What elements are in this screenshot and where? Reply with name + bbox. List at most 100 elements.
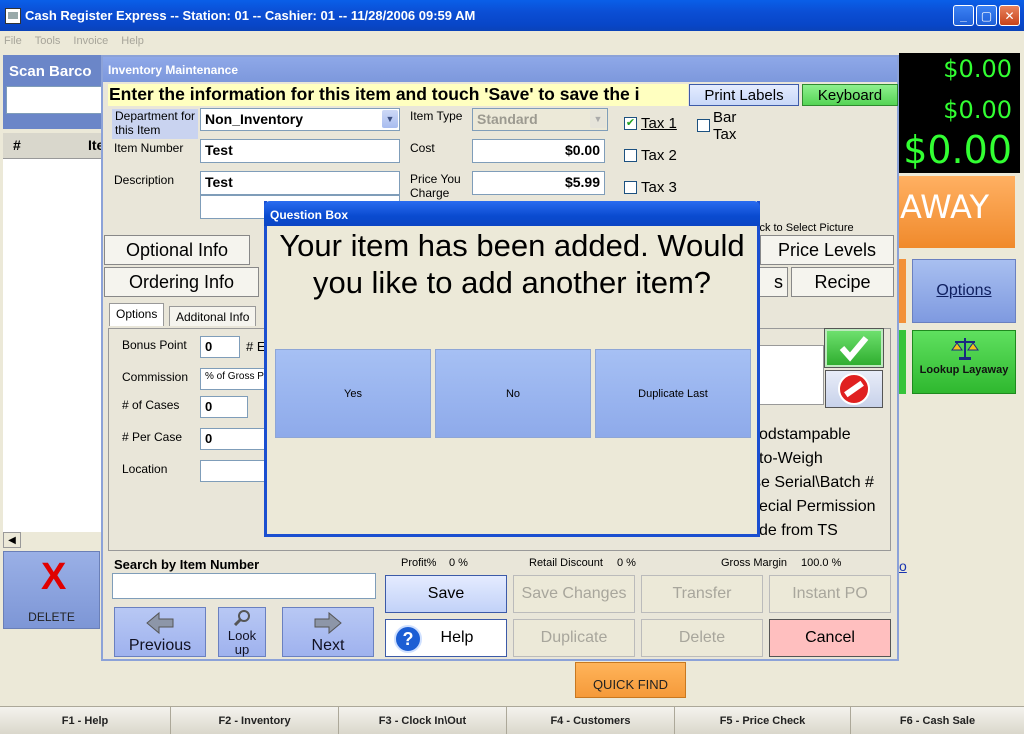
reject-button[interactable]	[825, 370, 883, 408]
tax3-label: Tax 3	[641, 179, 677, 196]
help-button-label: Help	[440, 629, 474, 646]
help-button[interactable]: ? Help	[385, 619, 507, 657]
maximize-icon[interactable]: ▢	[976, 5, 997, 26]
instant-po-button[interactable]: Instant PO	[769, 575, 891, 613]
scale-icon	[951, 338, 979, 360]
cancel-button[interactable]: Cancel	[769, 619, 891, 657]
main-title-bar: Cash Register Express -- Station: 01 -- …	[0, 0, 1024, 31]
bonus-point-input[interactable]: 0	[200, 336, 240, 358]
price-input[interactable]: $5.99	[472, 171, 605, 195]
previous-button[interactable]: Previous	[114, 607, 206, 657]
inventory-window-title: Inventory Maintenance	[103, 57, 897, 82]
f6-cash-sale-button[interactable]: F6 - Cash Sale	[851, 707, 1024, 734]
tab-recipe[interactable]: Recipe	[791, 267, 894, 297]
gross-margin-label: Gross Margin	[721, 557, 788, 569]
lookup-layaway-button[interactable]: Lookup Layaway	[912, 330, 1016, 394]
save-button[interactable]: Save	[385, 575, 507, 613]
description-label: Description	[114, 173, 175, 187]
window-controls: _ ▢ ✕	[953, 5, 1020, 26]
chevron-down-icon[interactable]: ▼	[382, 110, 398, 128]
tab-ordering-info[interactable]: Ordering Info	[104, 267, 259, 297]
search-item-label: Search by Item Number	[114, 557, 260, 572]
per-case-input[interactable]: 0	[200, 428, 266, 450]
arrow-left-icon	[146, 611, 174, 635]
option-auto-weigh[interactable]: to-Weigh	[759, 451, 823, 467]
item-number-label: Item Number	[114, 141, 184, 155]
f5-price-check-button[interactable]: F5 - Price Check	[675, 707, 851, 734]
print-labels-button[interactable]: Print Labels	[689, 84, 799, 106]
bar-tax-checkbox[interactable]	[697, 119, 710, 132]
side-green-button[interactable]	[899, 330, 906, 394]
tax3-checkbox[interactable]	[624, 181, 637, 194]
duplicate-button[interactable]: Duplicate	[513, 619, 635, 657]
search-item-input[interactable]	[112, 573, 376, 599]
tab-price-levels[interactable]: Price Levels	[760, 235, 894, 265]
right-link[interactable]: o	[899, 558, 907, 574]
keyboard-button[interactable]: Keyboard	[802, 84, 898, 106]
item-type-select[interactable]: Standard ▼	[472, 108, 608, 131]
delete-button[interactable]: X DELETE	[3, 551, 100, 629]
lookup-button[interactable]: Look up	[218, 607, 266, 657]
menu-bar: File Tools Invoice Help	[0, 31, 1024, 51]
menu-file[interactable]: File	[4, 35, 22, 47]
cost-label: Cost	[410, 141, 435, 155]
menu-invoice[interactable]: Invoice	[73, 35, 108, 47]
option-serial-batch[interactable]: se Serial\Batch #	[753, 475, 874, 491]
f3-clock-button[interactable]: F3 - Clock In\Out	[339, 707, 507, 734]
save-changes-button[interactable]: Save Changes	[513, 575, 635, 613]
stop-icon	[838, 373, 870, 405]
tax2-checkbox[interactable]	[624, 149, 637, 162]
option-special-permission[interactable]: ecial Permission	[759, 499, 875, 515]
side-orange-button[interactable]	[899, 259, 906, 323]
lookup-layaway-label: Lookup Layaway	[919, 364, 1009, 376]
scroll-left-icon[interactable]: ◀	[3, 532, 21, 548]
per-case-label: # Per Case	[122, 430, 183, 444]
select-picture-hint[interactable]: ick to Select Picture	[757, 221, 854, 235]
location-input[interactable]	[200, 460, 266, 482]
cases-label: # of Cases	[122, 398, 180, 412]
duplicate-last-button[interactable]: Duplicate Last	[595, 349, 751, 438]
previous-label: Previous	[128, 637, 192, 654]
department-value: Non_Inventory	[205, 111, 304, 127]
subtab-additional-info[interactable]: Additonal Info	[169, 306, 257, 326]
accept-button[interactable]	[824, 328, 884, 368]
yes-button[interactable]: Yes	[275, 349, 431, 438]
tax1-checkbox[interactable]: ✔	[624, 117, 637, 130]
layaway-button-label: AWAY	[900, 188, 989, 226]
commission-select[interactable]: % of Gross P	[200, 368, 266, 390]
minimize-icon[interactable]: _	[953, 5, 974, 26]
department-select[interactable]: Non_Inventory ▼	[200, 108, 400, 131]
close-icon[interactable]: ✕	[999, 5, 1020, 26]
question-box-dialog: Question Box Your item has been added. W…	[264, 201, 760, 537]
inventory-instructions: Enter the information for this item and …	[108, 84, 688, 106]
options-button[interactable]: Options	[912, 259, 1016, 323]
transfer-button[interactable]: Transfer	[641, 575, 763, 613]
f1-help-button[interactable]: F1 - Help	[0, 707, 171, 734]
tax-amount: $0.00	[943, 96, 1012, 124]
menu-tools[interactable]: Tools	[35, 35, 61, 47]
scan-barcode-input[interactable]	[6, 86, 102, 114]
sales-grid[interactable]	[3, 159, 103, 532]
quick-find-button[interactable]: QUICK FIND	[575, 662, 686, 698]
f2-inventory-button[interactable]: F2 - Inventory	[171, 707, 339, 734]
description-input[interactable]: Test	[200, 171, 400, 195]
item-number-input[interactable]: Test	[200, 139, 400, 163]
option-hide-from-ts[interactable]: de from TS	[759, 523, 838, 539]
tab-optional-info[interactable]: Optional Info	[104, 235, 250, 265]
next-button[interactable]: Next	[282, 607, 374, 657]
delete-item-button[interactable]: Delete	[641, 619, 763, 657]
cases-input[interactable]: 0	[200, 396, 248, 418]
menu-help[interactable]: Help	[121, 35, 144, 47]
option-foodstampable[interactable]: odstampable	[759, 427, 851, 443]
register-app-icon	[5, 7, 21, 24]
f4-customers-button[interactable]: F4 - Customers	[507, 707, 675, 734]
subtab-options[interactable]: Options	[109, 303, 165, 326]
chevron-down-icon[interactable]: ▼	[590, 110, 606, 128]
picture-box[interactable]	[758, 345, 824, 405]
no-button[interactable]: No	[435, 349, 591, 438]
delete-label: DELETE	[28, 610, 75, 624]
retail-discount-label: Retail Discount	[529, 557, 603, 569]
tax1-label: Tax 1	[641, 115, 677, 132]
cost-input[interactable]: $0.00	[472, 139, 605, 163]
retail-discount-value: 0 %	[617, 557, 636, 569]
